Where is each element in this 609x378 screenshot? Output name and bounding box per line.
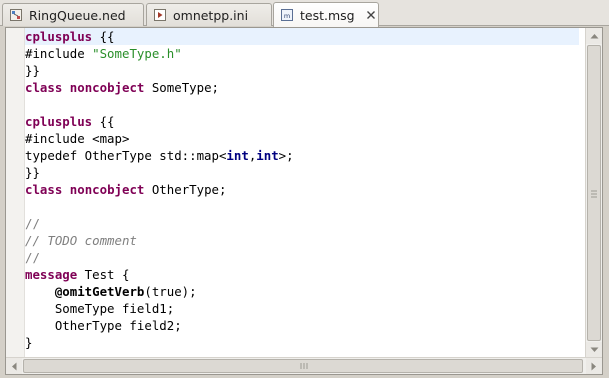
tab-omnetpp-ini[interactable]: omnetpp.ini <box>146 3 272 26</box>
code-line[interactable]: message Test { <box>25 266 579 283</box>
tab-test-msg[interactable]: m test.msg <box>273 2 379 27</box>
code-token: // <box>25 216 40 231</box>
code-token: message <box>25 267 78 282</box>
code-line[interactable]: OtherType field2; <box>25 317 579 334</box>
code-token: int <box>256 148 279 163</box>
code-token: #include <map> <box>25 131 130 146</box>
code-token: >; <box>278 148 294 163</box>
code-line[interactable]: cplusplus {{ <box>25 113 579 130</box>
code-token: @omitGetVerb <box>54 284 145 299</box>
code-token: noncobject <box>69 182 145 197</box>
code-line[interactable]: class noncobject SomeType; <box>25 79 579 96</box>
tab-label: RingQueue.ned <box>29 7 126 23</box>
code-token: }} <box>25 63 40 78</box>
scroll-left-arrow-icon[interactable] <box>6 358 22 374</box>
code-token: OtherType; <box>144 182 227 197</box>
ned-file-icon <box>10 9 22 21</box>
scroll-up-arrow-icon[interactable] <box>586 28 602 44</box>
code-editor[interactable]: cplusplus {{#include "SomeType.h"}} class… <box>5 27 603 375</box>
code-line[interactable] <box>25 198 579 215</box>
code-token: // <box>25 250 40 265</box>
code-token: typedef OtherType std::map< <box>25 148 227 163</box>
code-token: class <box>25 182 63 197</box>
code-token: class <box>25 80 63 95</box>
code-token: // TODO comment <box>25 233 137 248</box>
code-token: (true); <box>144 284 197 299</box>
code-token: cplusplus <box>25 29 93 44</box>
tab-ringqueue-ned[interactable]: RingQueue.ned <box>2 3 144 26</box>
code-token: int <box>226 148 249 163</box>
ini-file-icon <box>154 9 166 21</box>
code-line[interactable]: // <box>25 215 579 232</box>
code-token: Test { <box>77 267 130 282</box>
code-line[interactable]: @omitGetVerb(true); <box>25 283 579 300</box>
code-token: OtherType field2; <box>25 318 182 333</box>
vertical-scroll-thumb[interactable] <box>587 45 601 341</box>
code-token: #include <box>25 46 93 61</box>
tab-label: test.msg <box>300 7 355 23</box>
msg-file-icon: m <box>281 9 293 21</box>
svg-text:m: m <box>284 12 290 20</box>
code-token: {{ <box>92 114 115 129</box>
code-token: noncobject <box>69 80 145 95</box>
tab-label: omnetpp.ini <box>173 7 249 23</box>
close-icon[interactable] <box>365 9 377 21</box>
code-token: "SomeType.h" <box>92 46 182 61</box>
editor-tab-bar: RingQueue.ned omnetpp.ini m test.msg <box>0 0 609 27</box>
code-line[interactable]: #include <map> <box>25 130 579 147</box>
horizontal-scroll-thumb[interactable] <box>23 359 583 373</box>
code-line[interactable]: #include "SomeType.h" <box>25 45 579 62</box>
code-line[interactable] <box>25 96 579 113</box>
code-line[interactable]: }} <box>25 164 579 181</box>
code-token: {{ <box>92 29 115 44</box>
code-line[interactable]: }} <box>25 62 579 79</box>
code-text-area[interactable]: cplusplus {{#include "SomeType.h"}} class… <box>25 28 579 358</box>
code-line[interactable]: typedef OtherType std::map<int,int>; <box>25 147 579 164</box>
code-token: }} <box>25 165 40 180</box>
code-line[interactable]: class noncobject OtherType; <box>25 181 579 198</box>
code-token: SomeType field1; <box>25 301 175 316</box>
code-line[interactable]: } <box>25 334 579 351</box>
code-token: } <box>25 335 33 350</box>
code-line[interactable]: // TODO comment <box>25 232 579 249</box>
code-line[interactable]: // <box>25 249 579 266</box>
code-line[interactable]: cplusplus {{ <box>25 28 579 45</box>
code-token: cplusplus <box>25 114 93 129</box>
horizontal-scrollbar[interactable] <box>6 357 602 374</box>
vertical-scrollbar[interactable] <box>585 28 602 358</box>
code-line[interactable]: SomeType field1; <box>25 300 579 317</box>
code-token: SomeType; <box>144 80 219 95</box>
editor-left-ruler <box>6 28 25 358</box>
scroll-down-arrow-icon[interactable] <box>586 342 602 358</box>
scroll-right-arrow-icon[interactable] <box>586 358 602 374</box>
